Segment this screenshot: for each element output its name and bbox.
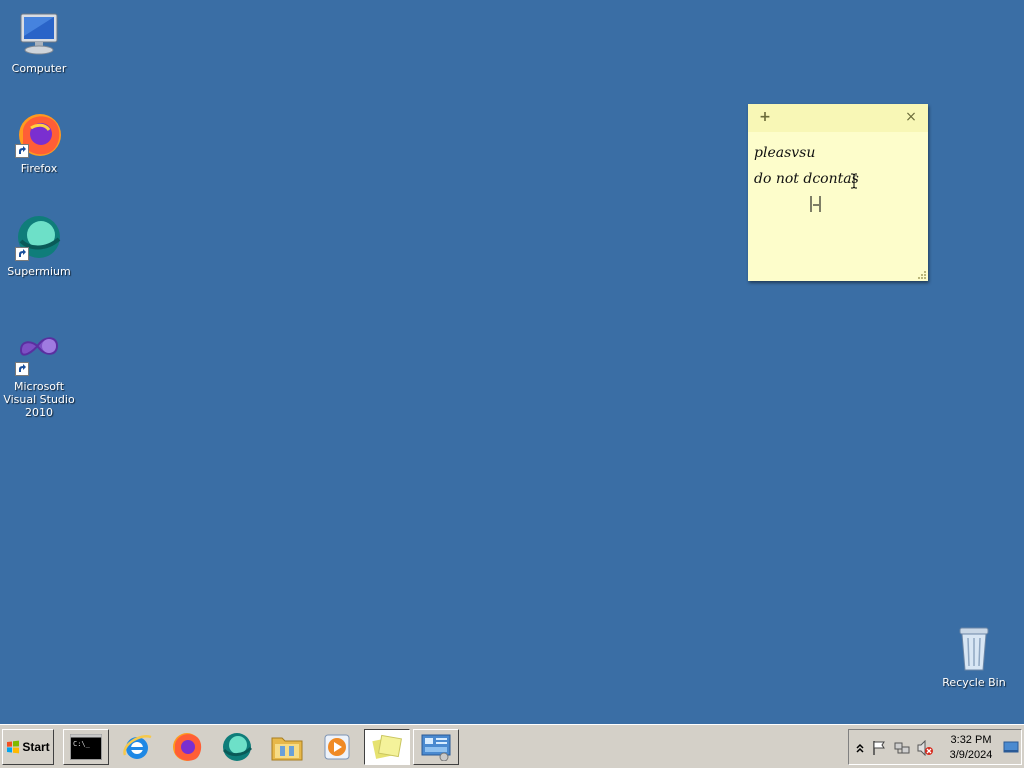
visual-studio-icon [15,328,63,376]
taskbar-button-supermium[interactable] [214,729,260,765]
supermium-icon [222,733,253,761]
desktop-icon-visual-studio[interactable]: Microsoft Visual Studio 2010 [0,328,78,419]
taskbar-button-control-panel[interactable] [413,729,459,765]
firefox-icon [173,733,202,761]
clock-time: 3:32 PM [950,734,992,746]
start-button[interactable]: Start [2,729,54,765]
recycle-bin-icon [950,624,998,672]
desktop-icon-label: Supermium [7,265,71,278]
firefox-icon [15,110,63,158]
cmd-icon: C:\_ [70,734,102,760]
desktop-icon-computer[interactable]: Computer [0,10,78,75]
sticky-note-line: do not dcontas [754,171,859,187]
taskbar-button-media-player[interactable] [314,729,360,765]
clock-date: 3/9/2024 [949,749,993,761]
desktop-icon-supermium[interactable]: Supermium [0,213,78,278]
desktop-icon-label: Computer [11,62,67,75]
sticky-note-text[interactable]: pleasvsu do not dcontas [754,140,859,192]
sticky-note-line: pleasvsu [754,145,816,161]
folder-icon [271,737,303,761]
text-caret-icon [810,196,821,212]
taskbar-button-firefox[interactable] [164,729,210,765]
flag-icon[interactable] [871,740,887,756]
show-hidden-icon[interactable] [852,740,868,756]
desktop-icon-label: Microsoft Visual Studio 2010 [3,380,75,419]
shortcut-arrow-icon [15,362,29,376]
taskbar-clock[interactable]: 3:32 PM 3/9/2024 [943,733,999,763]
ie-icon [123,734,152,759]
taskbar: Start C:\_ 3:32 PM 3/9/2024 [0,724,1024,768]
system-tray: 3:32 PM 3/9/2024 [848,729,1022,765]
close-note-button[interactable]: × [903,109,919,125]
supermium-icon [15,213,63,261]
sticky-notes-icon [372,734,402,759]
sticky-note-title-bar[interactable]: + × [748,104,928,132]
svg-text:C:\_: C:\_ [73,740,91,748]
desktop-icon-label: Firefox [20,162,58,175]
volume-muted-icon[interactable] [917,740,933,756]
desktop-icon-firefox[interactable]: Firefox [0,110,78,175]
network-icon[interactable] [894,740,910,756]
ibeam-cursor-icon [851,173,857,189]
windows-logo-icon [7,740,20,754]
add-note-button[interactable]: + [757,109,773,125]
shortcut-arrow-icon [15,247,29,261]
resize-grip-icon[interactable] [918,271,926,279]
control-panel-icon [421,734,451,761]
desktop: Computer Firefox Supermium Microsoft Vis… [0,0,1024,724]
show-desktop-icon[interactable] [1003,739,1019,755]
taskbar-button-sticky-notes[interactable] [364,729,410,765]
media-player-icon [324,734,350,760]
shortcut-arrow-icon [15,144,29,158]
desktop-icon-recycle-bin[interactable]: Recycle Bin [935,624,1013,689]
computer-icon [15,10,63,58]
start-label: Start [22,740,50,754]
sticky-note[interactable]: + × pleasvsu do not dcontas [748,104,928,281]
desktop-icon-label: Recycle Bin [942,676,1006,689]
taskbar-button-internet-explorer[interactable] [114,729,160,765]
taskbar-button-file-explorer[interactable] [264,729,310,765]
taskbar-button-command-prompt[interactable]: C:\_ [63,729,109,765]
